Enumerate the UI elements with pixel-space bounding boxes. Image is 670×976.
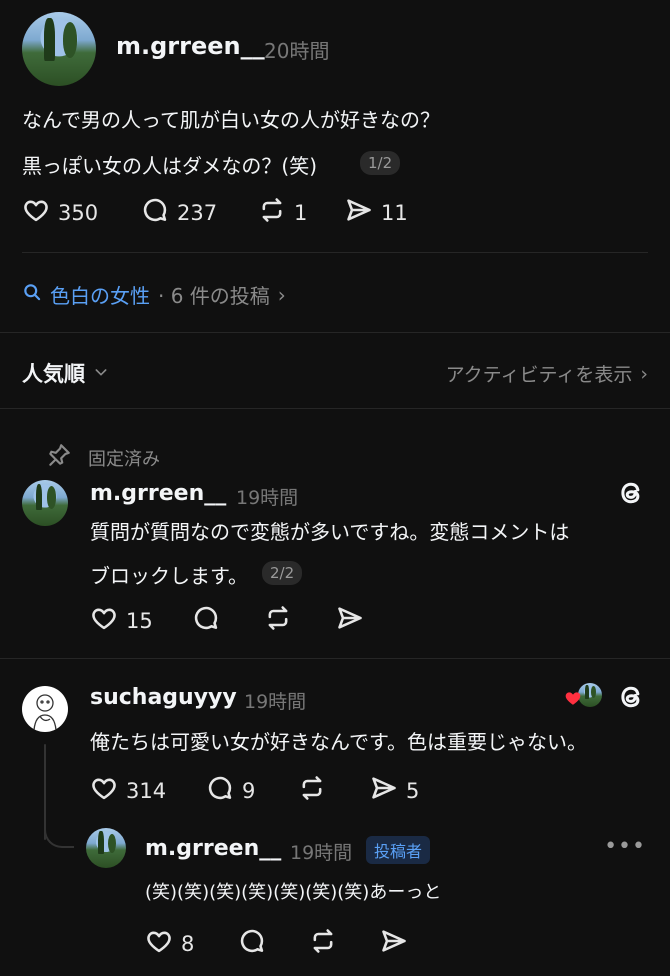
reply1-like-button[interactable]: 314 — [90, 774, 166, 807]
pinned-label: 固定済み — [88, 448, 160, 470]
pinned-comment-button[interactable] — [192, 604, 220, 637]
send-icon — [370, 774, 398, 807]
pinned-like-count: 15 — [126, 608, 153, 633]
reply1-time: 19時間 — [244, 691, 307, 713]
post-comment-count: 237 — [177, 200, 218, 225]
post-share-button[interactable]: 11 — [345, 196, 408, 229]
reply2-share-button[interactable] — [380, 927, 408, 960]
reply2-like-count: 8 — [181, 931, 195, 956]
topic-link[interactable]: 色白の女性 · 6 件の投稿 › — [22, 280, 286, 309]
pinned-indicator: 固定済み — [46, 442, 160, 473]
send-icon — [380, 927, 408, 960]
chevron-right-icon: › — [277, 282, 286, 307]
reply2-avatar[interactable] — [86, 828, 126, 868]
comment-icon — [206, 774, 234, 807]
view-activity-label: アクティビティを表示 — [445, 364, 633, 386]
pinned-share-button[interactable] — [336, 604, 364, 637]
reply2-text: (笑)(笑)(笑)(笑)(笑)(笑)(笑)あーっと — [145, 882, 442, 903]
reply1-share-button[interactable]: 5 — [370, 774, 419, 807]
pinned-avatar[interactable] — [22, 480, 68, 526]
liked-by-author-indicator — [564, 683, 604, 709]
post-divider — [22, 252, 648, 253]
sort-label: 人気順 — [22, 362, 85, 386]
comment-icon — [192, 604, 220, 637]
search-icon — [22, 282, 42, 307]
post-time: 20時間 — [264, 39, 330, 63]
post-page-indicator[interactable]: 1/2 — [360, 151, 401, 175]
send-icon — [345, 196, 373, 229]
red-heart-icon — [564, 689, 582, 711]
repost-icon — [258, 196, 286, 229]
repost-icon — [298, 774, 326, 807]
post-comment-button[interactable]: 237 — [141, 196, 217, 229]
reply1-comment-button[interactable]: 9 — [206, 774, 255, 807]
heart-icon — [22, 196, 50, 229]
post-share-count: 11 — [381, 200, 408, 225]
post-like-button[interactable]: 350 — [22, 196, 98, 229]
reply1-username[interactable]: suchaguyyy — [90, 685, 237, 710]
chevron-down-icon — [93, 361, 109, 385]
reply2-repost-button[interactable] — [309, 927, 337, 960]
post-text-line1: なんで男の人って肌が白い女の人が好きなの？ — [22, 108, 440, 132]
topic-post-count: · 6 件の投稿 — [158, 284, 270, 308]
reply2-time: 19時間 — [290, 842, 353, 864]
pinned-page-indicator[interactable]: 2/2 — [262, 561, 303, 585]
pinned-repost-button[interactable] — [264, 604, 292, 637]
heart-icon — [145, 927, 173, 960]
pinned-divider — [0, 658, 670, 659]
reply1-text: 俺たちは可愛い女が好きなんです。色は重要じゃない。 — [90, 730, 587, 754]
sort-dropdown[interactable]: 人気順 — [22, 358, 109, 388]
pinned-time: 19時間 — [236, 487, 299, 509]
send-icon — [336, 604, 364, 637]
thread-line-curve — [44, 808, 74, 848]
section-divider-2 — [0, 408, 670, 409]
post-avatar[interactable] — [22, 12, 96, 86]
post-username[interactable]: m.grreen__ — [116, 32, 265, 60]
repost-icon — [264, 604, 292, 637]
post-repost-count: 1 — [294, 200, 308, 225]
threads-logo-icon[interactable] — [616, 682, 646, 716]
heart-icon — [90, 604, 118, 637]
reply1-avatar[interactable] — [22, 686, 68, 732]
repost-icon — [309, 927, 337, 960]
reply1-comment-count: 9 — [242, 778, 256, 803]
pinned-like-button[interactable]: 15 — [90, 604, 153, 637]
pinned-text-line2: ブロックします。 — [90, 564, 248, 588]
reply2-like-button[interactable]: 8 — [145, 927, 194, 960]
more-options-icon[interactable]: ••• — [604, 834, 646, 859]
section-divider — [0, 332, 670, 333]
comment-icon — [238, 927, 266, 960]
pin-icon — [46, 442, 72, 473]
threads-logo-icon[interactable] — [616, 478, 646, 512]
pinned-text-line1: 質問が質問なので変態が多いですね。変態コメントは — [90, 520, 570, 544]
reply2-username[interactable]: m.grreen__ — [145, 836, 281, 861]
pinned-username[interactable]: m.grreen__ — [90, 481, 226, 506]
heart-icon — [90, 774, 118, 807]
reply1-share-count: 5 — [406, 778, 420, 803]
post-like-count: 350 — [58, 200, 99, 225]
view-activity-link[interactable]: アクティビティを表示 › — [446, 360, 648, 387]
post-repost-button[interactable]: 1 — [258, 196, 307, 229]
comment-icon — [141, 196, 169, 229]
reply2-comment-button[interactable] — [238, 927, 266, 960]
chevron-right-icon: › — [640, 362, 648, 385]
author-badge: 投稿者 — [366, 836, 431, 864]
post-text-line2: 黒っぽい女の人はダメなの？(笑) — [22, 154, 318, 178]
topic-tag[interactable]: 色白の女性 — [50, 280, 150, 309]
reply1-repost-button[interactable] — [298, 774, 326, 807]
reply1-like-count: 314 — [126, 778, 167, 803]
